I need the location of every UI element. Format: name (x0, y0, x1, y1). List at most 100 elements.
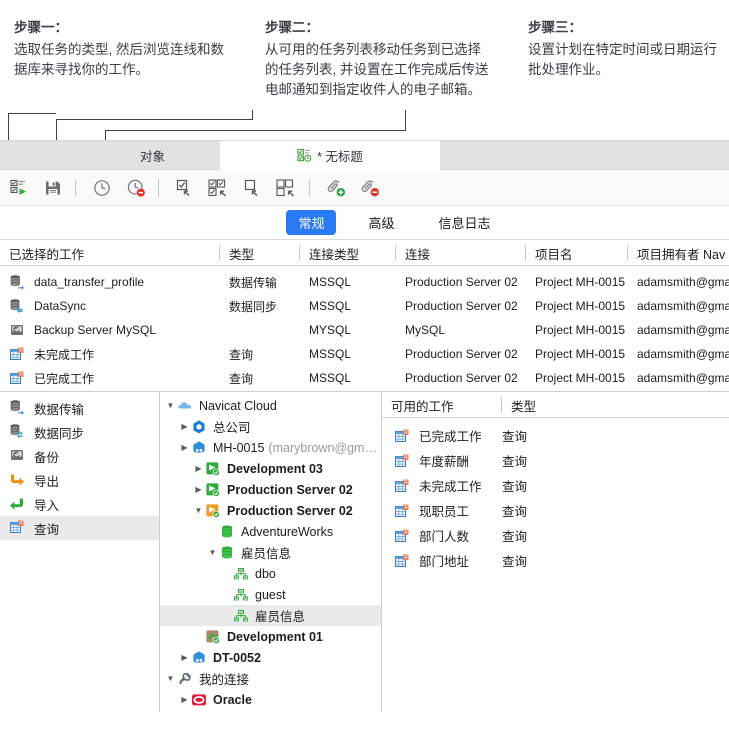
chevron-down-icon[interactable]: ▼ (206, 548, 219, 557)
col-header-available-job[interactable]: 可用的工作 (382, 392, 502, 418)
col-header-connection[interactable]: 连接 (396, 240, 526, 266)
step-3-body: 设置计划在特定时间或日期运行批处理作业。 (528, 42, 717, 77)
tab-message-log[interactable]: 信息日志 (427, 210, 503, 235)
chevron-right-icon[interactable]: ▶ (192, 485, 205, 494)
tree-node-production-server-02-b[interactable]: ▼ Production Server 02 (160, 500, 381, 521)
tree-node-development-01[interactable]: Development 01 (160, 626, 381, 647)
table-row[interactable]: DataSync 数据同步 MSSQL Production Server 02… (0, 294, 729, 318)
tab-objects[interactable]: 对象 (85, 141, 220, 170)
data-sync-icon (9, 423, 25, 442)
sub-tab-bar: 常规 高级 信息日志 (0, 206, 729, 240)
tree-node-head-office[interactable]: ▶ 总公司 (160, 416, 381, 437)
chevron-down-icon[interactable]: ▼ (164, 674, 177, 683)
chevron-right-icon[interactable]: ▶ (192, 464, 205, 473)
type-item-label: 查询 (34, 522, 60, 537)
tree-node-production-server-02-a[interactable]: ▶ Production Server 02 (160, 479, 381, 500)
tree-node-label: 雇员信息 (241, 547, 292, 561)
job-conn-type: MSSQL (309, 347, 352, 361)
attach-remove-icon[interactable] (355, 173, 385, 203)
add-all-jobs-icon[interactable] (204, 173, 234, 203)
conn-green-icon (205, 482, 222, 498)
table-row[interactable]: 未完成工作 查询 MSSQL Production Server 02 Proj… (0, 342, 729, 366)
chevron-right-icon[interactable]: ▶ (178, 695, 191, 704)
type-item-data-sync[interactable]: 数据同步 (0, 420, 159, 444)
step-1-title: 步骤一： (14, 20, 68, 35)
schedule-icon[interactable] (87, 173, 117, 203)
run-batch-job-icon[interactable] (4, 173, 34, 203)
chevron-right-icon[interactable]: ▶ (178, 653, 191, 662)
selected-jobs-header: 已选择的工作 类型 连接类型 连接 项目名 项目拥有者 Nav (0, 240, 729, 266)
table-row[interactable]: data_transfer_profile 数据传输 MSSQL Product… (0, 270, 729, 294)
tree-node-dt-0052[interactable]: ▶ DT-0052 (160, 647, 381, 668)
list-item[interactable]: 现职员工 查询 (382, 498, 729, 523)
batch-job-icon (297, 148, 312, 163)
tree-node-guest[interactable]: guest (160, 584, 381, 605)
list-item[interactable]: 部门地址 查询 (382, 548, 729, 573)
delete-schedule-icon[interactable] (121, 173, 151, 203)
tree-node-employee-info-schema[interactable]: 雇员信息 (160, 605, 381, 626)
job-type-list: 数据传输 数据同步 备份 导出 导入 查询 (0, 392, 160, 712)
job-project: Project MH-0015 (535, 347, 626, 361)
step-1-body: 选取任务的类型, 然后浏览连线和数据库来寻找你的工作。 (14, 42, 225, 77)
available-job-name: 已完成工作 (419, 430, 482, 444)
chevron-right-icon[interactable]: ▶ (178, 422, 191, 431)
type-item-label: 导入 (34, 498, 60, 513)
col-divider-2[interactable] (299, 245, 300, 261)
tree-node-oracle[interactable]: ▶ Oracle (160, 689, 381, 710)
job-name: data_transfer_profile (34, 275, 145, 289)
col-header-selected-job[interactable]: 已选择的工作 (0, 240, 220, 266)
chevron-down-icon[interactable]: ▼ (192, 506, 205, 515)
available-jobs-header: 可用的工作 类型 (382, 392, 729, 418)
type-item-export[interactable]: 导出 (0, 468, 159, 492)
attach-add-icon[interactable] (321, 173, 351, 203)
table-row[interactable]: 已完成工作 查询 MSSQL Production Server 02 Proj… (0, 366, 729, 390)
col-divider-4[interactable] (525, 245, 526, 261)
chevron-right-icon[interactable]: ▶ (178, 443, 191, 452)
tree-node-label: 雇员信息 (255, 610, 306, 624)
tab-general[interactable]: 常规 (286, 210, 337, 235)
type-item-backup[interactable]: 备份 (0, 444, 159, 468)
col-header-project-owner[interactable]: 项目拥有者 Nav (628, 240, 729, 266)
type-item-query[interactable]: 查询 (0, 516, 159, 540)
table-row[interactable]: Backup Server MySQL MYSQL MySQL Project … (0, 318, 729, 342)
tree-node-my-connections[interactable]: ▼ 我的连接 (160, 668, 381, 689)
list-item[interactable]: 已完成工作 查询 (382, 423, 729, 448)
oracle-icon (191, 692, 208, 708)
add-one-job-icon[interactable] (170, 173, 200, 203)
available-job-type: 查询 (502, 430, 528, 444)
tree-node-label: Production Server 02 (227, 503, 353, 518)
tab-advanced[interactable]: 高级 (356, 210, 406, 235)
col-divider-1[interactable] (219, 245, 220, 261)
tree-node-mh-0015[interactable]: ▶ MH-0015 (marybrown@gm… (160, 437, 381, 458)
callout-line-2-top (105, 130, 405, 131)
step-callout-1: 步骤一： 选取任务的类型, 然后浏览连线和数据库来寻找你的工作。 (14, 18, 229, 80)
col-header-project-name[interactable]: 项目名 (526, 240, 626, 266)
list-item[interactable]: 年度薪酬 查询 (382, 448, 729, 473)
col-header-conn-type[interactable]: 连接类型 (300, 240, 400, 266)
tab-bar: 对象 * 无标题 (0, 141, 729, 170)
screenshot-root: 步骤一： 选取任务的类型, 然后浏览连线和数据库来寻找你的工作。 步骤二： 从可… (0, 0, 729, 750)
available-job-type: 查询 (502, 555, 528, 569)
remove-one-job-icon[interactable] (238, 173, 268, 203)
list-item[interactable]: 部门人数 查询 (382, 523, 729, 548)
tree-node-development-03[interactable]: ▶ Development 03 (160, 458, 381, 479)
save-icon[interactable] (38, 173, 68, 203)
type-item-import[interactable]: 导入 (0, 492, 159, 516)
type-item-data-transfer[interactable]: 数据传输 (0, 396, 159, 420)
data-transfer-icon (9, 399, 25, 418)
tree-node-navicat-cloud[interactable]: ▼ Navicat Cloud (160, 395, 381, 416)
tree-node-employee-info-db[interactable]: ▼ 雇员信息 (160, 542, 381, 563)
col-divider-3[interactable] (395, 245, 396, 261)
list-item[interactable]: 未完成工作 查询 (382, 473, 729, 498)
query-icon (394, 553, 410, 569)
tab-untitled[interactable]: * 无标题 (220, 141, 440, 170)
job-owner: adamsmith@gma (637, 347, 729, 361)
remove-all-jobs-icon[interactable] (272, 173, 302, 203)
tree-node-adventureworks[interactable]: AdventureWorks (160, 521, 381, 542)
col-divider-av-1[interactable] (501, 397, 502, 413)
col-header-type[interactable]: 类型 (220, 240, 300, 266)
col-header-available-type[interactable]: 类型 (502, 392, 602, 418)
col-divider-5[interactable] (627, 245, 628, 261)
tree-node-dbo[interactable]: dbo (160, 563, 381, 584)
chevron-down-icon[interactable]: ▼ (164, 401, 177, 410)
